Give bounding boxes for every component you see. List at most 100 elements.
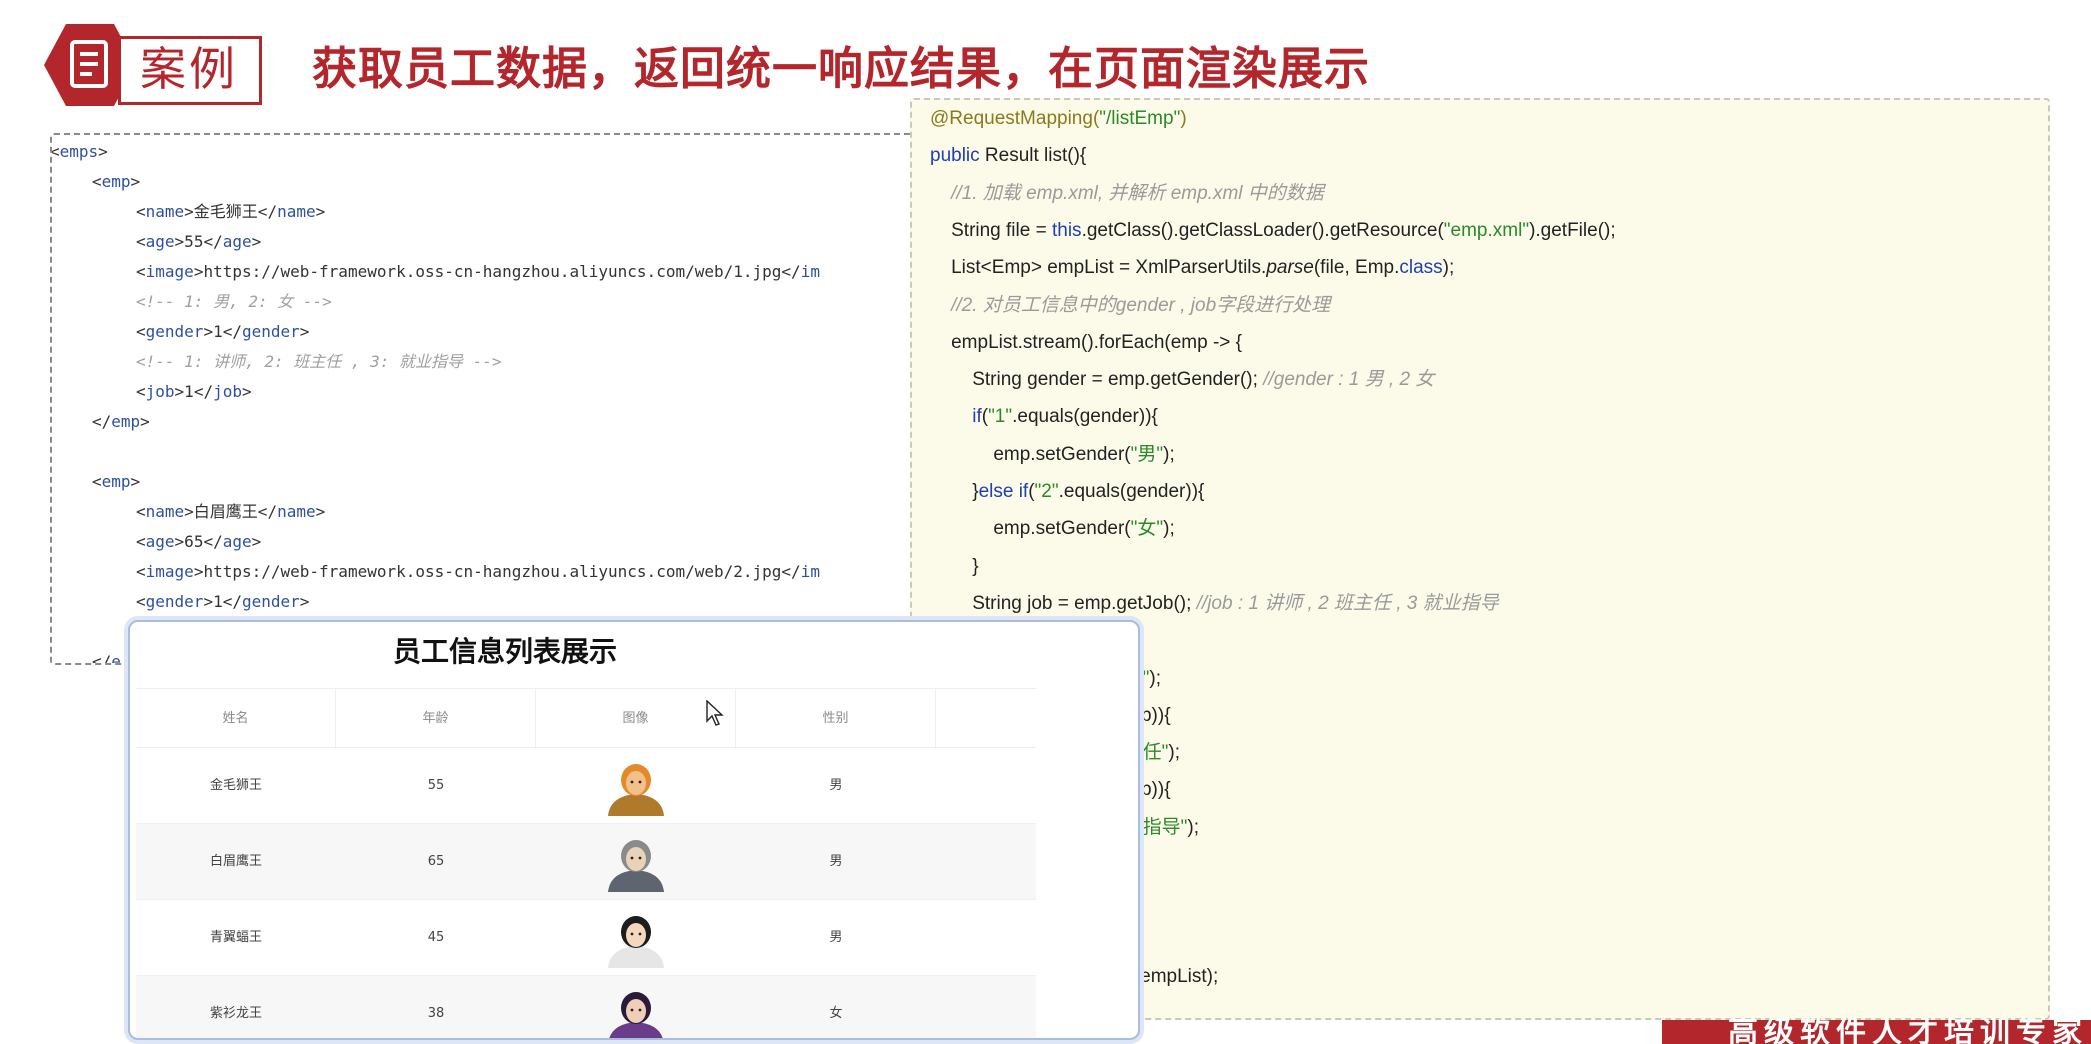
- code-keyword: this: [1051, 219, 1082, 241]
- xml-code-line: <image>https://web-framework.oss-cn-hang…: [136, 557, 820, 587]
- xml-tag-name: age: [145, 232, 175, 251]
- xml-code-line: <emps>: [52, 137, 108, 167]
- xml-code-line: <age>65</age>: [136, 527, 261, 557]
- cell-name: 金毛狮王: [209, 778, 262, 793]
- table-row: 紫衫龙王 38 女: [136, 976, 1036, 1038]
- page-title: 获取员工数据，返回统一响应结果，在页面渲染展示: [312, 42, 1371, 95]
- code-text: }: [930, 555, 979, 577]
- xml-tag-name: im: [800, 262, 820, 281]
- xml-tag-name: age: [145, 532, 175, 551]
- code-text: Result list(){: [984, 145, 1087, 167]
- code-text: emp.setGender(: [930, 518, 1131, 540]
- code-text: String job = emp.getJob();: [930, 592, 1197, 614]
- table-row: 金毛狮王 55 男: [136, 748, 1036, 824]
- cell-gender: 男: [829, 930, 843, 945]
- xml-tag-name: gender: [145, 592, 204, 611]
- code-text: );: [1163, 443, 1175, 465]
- xml-text: <: [136, 562, 146, 581]
- code-string: "2": [1034, 481, 1059, 502]
- xml-text: >金毛狮王</: [184, 202, 278, 221]
- code-text: );: [1442, 257, 1455, 279]
- xml-tag-name: age: [222, 232, 252, 251]
- xml-text: >: [315, 502, 326, 521]
- xml-code-line: <emp>: [92, 167, 140, 197]
- xml-text: >55</: [174, 232, 223, 251]
- code-text: parse: [1266, 257, 1314, 279]
- xml-code-line: <gender>1</gender>: [136, 587, 309, 617]
- column-header: 性别: [736, 689, 936, 749]
- table-header-row: 姓名 年龄 图像 性别: [136, 688, 1036, 749]
- xml-text: <: [92, 472, 102, 491]
- xml-comment-line: <!-- 1: 男, 2: 女 -->: [136, 292, 332, 311]
- code-line: String gender = emp.getGender(); //gende…: [930, 361, 1434, 398]
- xml-tag-name: gender: [241, 322, 300, 341]
- code-keyword: if: [930, 406, 982, 428]
- xml-text: >: [241, 382, 252, 401]
- xml-text: <: [136, 322, 146, 341]
- code-line: emp.setGender("女");: [930, 510, 1174, 547]
- code-text: empList.stream().forEach(emp -> {: [930, 331, 1243, 353]
- table-row: 白眉鹰王 65 男: [136, 824, 1036, 900]
- xml-code-line: <gender>1</gender>: [136, 317, 309, 347]
- code-line: List<Emp> empList = XmlParserUtils.parse…: [930, 249, 1454, 286]
- xml-text: <: [136, 262, 146, 281]
- code-string: "/listEmp": [1099, 108, 1181, 129]
- code-text: String gender = emp.getGender();: [930, 369, 1264, 391]
- code-comment: //2. 对员工信息中的gender , job字段进行处理: [930, 294, 1331, 316]
- xml-code-line: <age>55</age>: [136, 227, 261, 257]
- code-line: }: [930, 548, 979, 585]
- xml-tag-name: name: [145, 502, 185, 521]
- xml-text: <: [136, 382, 146, 401]
- code-keyword: class: [1399, 257, 1443, 279]
- column-header: 姓名: [136, 689, 336, 749]
- code-text: List<Emp> empList = XmlParserUtils.: [930, 257, 1267, 279]
- code-text: String file =: [930, 219, 1052, 241]
- code-line: //1. 加载 emp.xml, 并解析 emp.xml 中的数据: [930, 175, 1324, 212]
- xml-text: >: [130, 172, 141, 191]
- employee-avatar: [608, 840, 664, 892]
- xml-tag-name: emps: [59, 142, 99, 161]
- xml-text: <: [92, 172, 102, 191]
- cell-age: 38: [427, 1006, 445, 1021]
- code-line: }else if("2".equals(gender)){: [930, 473, 1204, 510]
- cell-name: 青翼蝠王: [209, 930, 262, 945]
- code-text: ).getFile();: [1529, 219, 1616, 241]
- xml-text: >白眉鹰王</: [184, 502, 278, 521]
- code-comment: //gender : 1 男 , 2 女: [1263, 369, 1435, 391]
- code-string: "emp.xml": [1443, 219, 1530, 241]
- code-line: if("1".equals(gender)){: [930, 398, 1158, 435]
- xml-text: <: [136, 502, 146, 521]
- xml-text: >: [98, 142, 108, 161]
- employee-avatar: [609, 992, 663, 1038]
- table-row: 青翼蝠王 45 男: [136, 900, 1036, 976]
- xml-text: >: [130, 472, 141, 491]
- code-line: @RequestMapping("/listEmp"): [930, 100, 1187, 137]
- code-text: emp.setGender(: [930, 443, 1131, 465]
- code-line: empList.stream().forEach(emp -> {: [930, 324, 1242, 361]
- xml-text: >1</: [174, 382, 214, 401]
- xml-text: >: [299, 592, 310, 611]
- code-line: emp.setGender("男");: [930, 436, 1175, 473]
- xml-code-line: <name>白眉鹰王</name>: [136, 497, 325, 527]
- xml-text: </: [92, 412, 112, 431]
- cell-age: 45: [427, 930, 445, 945]
- xml-text: >: [140, 412, 150, 431]
- cell-name: 紫衫龙王: [209, 1006, 262, 1021]
- xml-tag-name: image: [145, 262, 194, 281]
- code-string: "1": [988, 406, 1013, 428]
- column-header: 年龄: [336, 689, 536, 749]
- code-line: String job = emp.getJob(); //job : 1 讲师 …: [930, 585, 1498, 622]
- cell-gender: 女: [829, 1006, 843, 1021]
- xml-tag-name: gender: [241, 592, 300, 611]
- xml-text: </: [92, 652, 112, 665]
- xml-text: <: [136, 202, 146, 221]
- code-keyword: public: [930, 145, 985, 167]
- code-text: .equals(gender)){: [1012, 406, 1158, 428]
- xml-source-panel: <emps> <emp> <name>金毛狮王</name> <age>55</age…: [50, 133, 990, 665]
- code-text: );: [1149, 667, 1162, 689]
- code-line: String file = this.getClass().getClassLo…: [930, 212, 1616, 249]
- xml-code-line: <image>https://web-framework.oss-cn-hang…: [136, 257, 820, 287]
- xml-text: >: [251, 532, 262, 551]
- mouse-pointer-icon: [706, 700, 724, 726]
- xml-text: >65</: [174, 532, 223, 551]
